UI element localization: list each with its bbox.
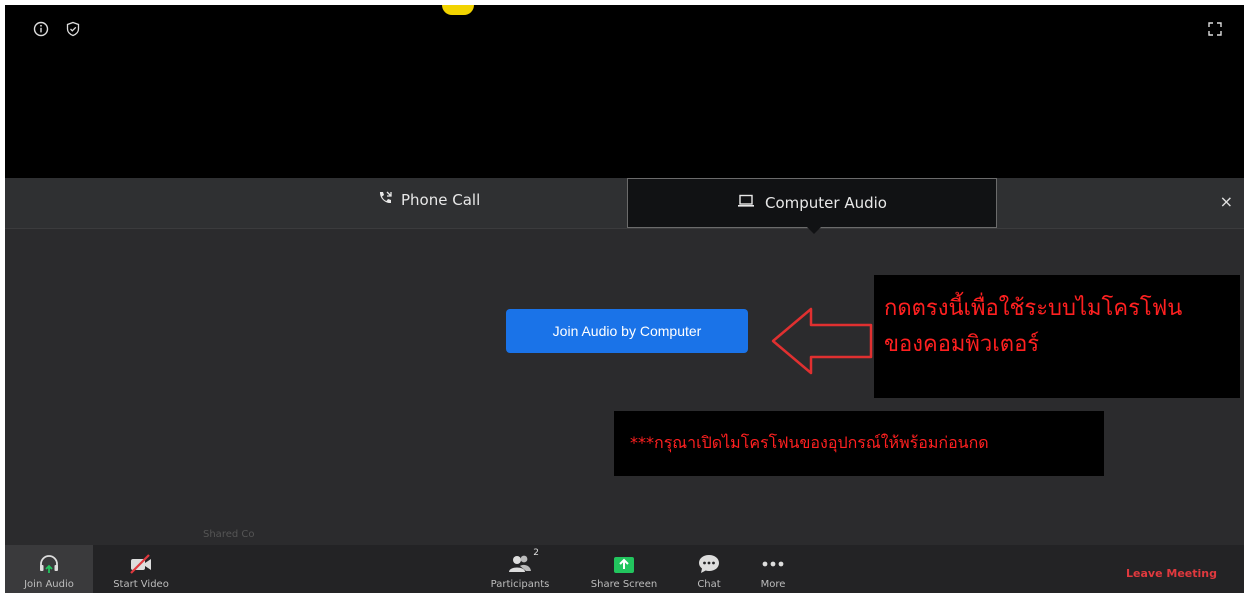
video-off-icon (128, 552, 154, 576)
audio-tab-bar: Phone Call Computer Audio × (5, 178, 1244, 234)
participants-button[interactable]: 2 Participants (480, 545, 560, 593)
chat-icon (696, 552, 722, 576)
leave-meeting-button[interactable]: Leave Meeting (1126, 567, 1217, 580)
more-label: More (760, 579, 786, 590)
active-tab-pointer (807, 227, 821, 234)
start-video-label: Start Video (113, 579, 169, 590)
red-arrow-annotation (771, 307, 873, 375)
shield-icon[interactable] (63, 19, 83, 39)
more-button[interactable]: More (750, 545, 796, 593)
tab-computer-audio[interactable]: Computer Audio (627, 178, 997, 228)
share-screen-icon (611, 552, 637, 576)
participants-icon: 2 (507, 548, 539, 576)
tab-computer-audio-label: Computer Audio (765, 194, 887, 212)
participants-count: 2 (533, 548, 539, 558)
phone-icon (377, 190, 393, 210)
yellow-marker (442, 5, 474, 15)
join-audio-label: Join Audio (24, 579, 74, 590)
join-audio-button[interactable]: Join Audio (5, 545, 93, 593)
fullscreen-icon[interactable] (1205, 19, 1225, 39)
info-icon[interactable] (31, 19, 51, 39)
chat-label: Chat (697, 579, 721, 590)
headphones-icon (36, 552, 62, 576)
zoom-meeting-window: Phone Call Computer Audio × Join Audio b… (5, 5, 1244, 593)
instruction-note-line2: ของคอมพิวเตอร์ (884, 332, 1040, 358)
microphone-warning-note: ***กรุณาเปิดไมโครโฟนของอุปกรณ์ให้พร้อมก่… (614, 411, 1104, 476)
top-left-icons (31, 19, 83, 39)
more-icon (760, 552, 786, 576)
faint-caption: Shared Co (203, 529, 255, 540)
tab-phone-call-label: Phone Call (401, 191, 481, 209)
instruction-note-line1: กดตรงนี้เพื่อใช้ระบบไมโครโฟน (884, 296, 1183, 321)
participants-label: Participants (490, 579, 550, 590)
meeting-toolbar: Join Audio Start Video 2 Participants Sh… (5, 545, 1244, 593)
start-video-button[interactable]: Start Video (101, 545, 181, 593)
close-icon[interactable]: × (1220, 192, 1233, 211)
instruction-note: กดตรงนี้เพื่อใช้ระบบไมโครโฟน ของคอมพิวเต… (874, 275, 1240, 398)
join-audio-panel: Phone Call Computer Audio × Join Audio b… (5, 178, 1244, 545)
join-audio-by-computer-button[interactable]: Join Audio by Computer (506, 309, 748, 353)
laptop-icon (737, 194, 755, 212)
share-screen-label: Share Screen (590, 579, 658, 590)
share-screen-button[interactable]: Share Screen (584, 545, 664, 593)
chat-button[interactable]: Chat (687, 545, 731, 593)
tab-phone-call[interactable]: Phone Call (377, 190, 480, 210)
